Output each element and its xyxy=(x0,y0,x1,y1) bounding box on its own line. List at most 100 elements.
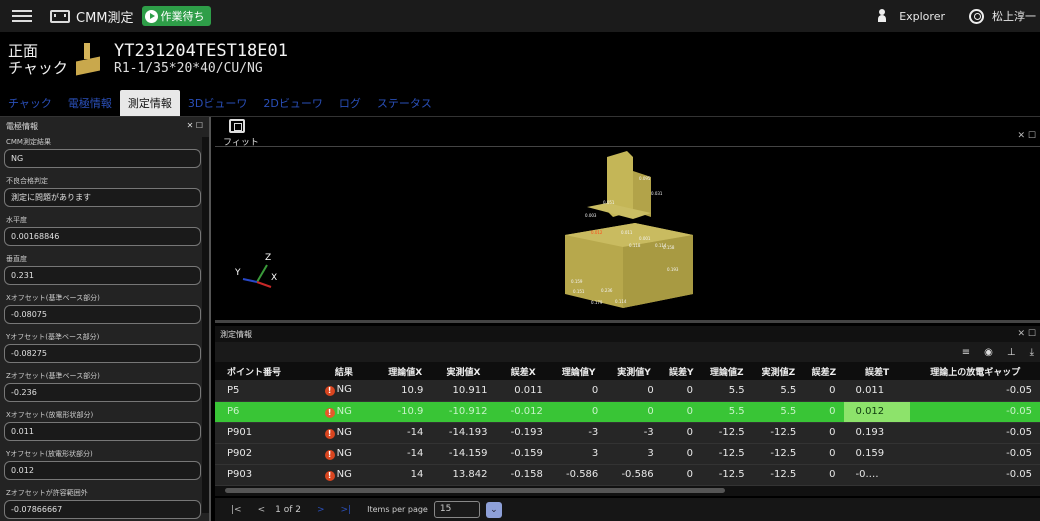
view-label: 正面 チャック xyxy=(8,42,70,77)
cell: -0.05 xyxy=(1006,469,1032,480)
user-icon[interactable] xyxy=(969,8,984,24)
user-name[interactable]: 松上淳一 xyxy=(992,8,1036,24)
tab-status[interactable]: ステータス xyxy=(369,90,440,116)
eye-icon[interactable]: ◉ xyxy=(984,347,993,358)
panel-pin-icon[interactable]: ✕ ☐ xyxy=(187,121,203,130)
field-label: 不良合格判定 xyxy=(6,177,48,185)
3d-viewer-panel[interactable]: フィット ✕ ☐ Z X Y 0.095 0.031 0.051 0.003 0… xyxy=(215,117,1040,323)
col-header[interactable]: 実測値Z xyxy=(753,362,805,380)
y-offset-base-field[interactable]: -0.08275 xyxy=(4,344,201,363)
explorer-icon[interactable] xyxy=(877,9,891,23)
z-offset-field[interactable]: -0.07866667 xyxy=(4,500,201,519)
pin-icon[interactable]: ⊥ xyxy=(1007,347,1016,358)
cell: 10.9 xyxy=(401,384,424,396)
cell: -0.586 xyxy=(621,469,654,480)
ng-icon: ! xyxy=(324,470,335,481)
fit-icon[interactable] xyxy=(229,119,245,133)
tab-log[interactable]: ログ xyxy=(331,90,369,116)
cell: 5.5 xyxy=(780,406,797,417)
cell: -12.5 xyxy=(718,469,745,480)
download-icon[interactable]: ⤓ xyxy=(1030,347,1034,358)
table-row[interactable]: P901 ! NG -14 -14.193 -0.193 -3 -3 0 -12.… xyxy=(215,422,1040,443)
col-header[interactable]: 誤差T xyxy=(844,362,911,380)
y-offset-shape-field[interactable]: 0.012 xyxy=(4,461,201,480)
table-row-selected[interactable]: P6 ! NG -10.9 -10.912 -0.012 0 0 0 5.5 5.… xyxy=(215,401,1040,422)
cell: 5.5 xyxy=(728,384,745,396)
cell: 0 xyxy=(686,448,693,459)
x-offset-base-field[interactable]: -0.08075 xyxy=(4,305,201,324)
view-sub: チャック xyxy=(8,58,68,77)
defect-judgment-field[interactable]: 測定に問題があります xyxy=(4,188,201,207)
electrode-info-panel: 電極情報 ✕ ☐ CMM測定結果 NG 不良合格判定 測定に問題があります 水平… xyxy=(0,117,211,521)
x-offset-shape-field[interactable]: 0.011 xyxy=(4,422,201,441)
perpendicularity-field[interactable]: 0.231 xyxy=(4,266,201,285)
first-page-icon[interactable]: |< xyxy=(231,505,242,515)
measurement-panel-header: 測定情報 ✕ ☐ xyxy=(215,326,1040,342)
measurement-table: ポイント番号 結果 理論値X 実測値X 誤差X 理論値Y 実測値Y 誤差Y 理論… xyxy=(215,362,1040,486)
field-label: Yオフセット(放電形状部分) xyxy=(6,450,93,458)
chevron-down-icon[interactable]: ⌄ xyxy=(485,501,502,518)
prev-page-icon[interactable]: < xyxy=(258,505,266,515)
cell: 0.193 xyxy=(855,427,885,438)
cmm-app-icon xyxy=(50,9,70,23)
cell: 0 xyxy=(591,406,599,417)
col-header[interactable]: 実測値Y xyxy=(606,362,661,380)
next-page-icon[interactable]: > xyxy=(317,505,325,515)
cell: -0.193 xyxy=(510,427,543,438)
cell-point: P902 xyxy=(227,448,253,459)
explorer-link[interactable]: Explorer xyxy=(899,10,945,23)
part-spec: R1-1/35*20*40/CU/NG xyxy=(114,61,263,76)
point-label: 0.051 xyxy=(603,200,615,205)
cell: 5.5 xyxy=(728,406,745,417)
viewer-pin-icon[interactable]: ✕ ☐ xyxy=(1018,131,1036,141)
col-header[interactable]: 理論値Z xyxy=(701,362,753,380)
flatness-field[interactable]: 0.00168846 xyxy=(4,227,201,246)
cell: 0 xyxy=(829,384,836,396)
point-label: 0.193 xyxy=(667,267,679,272)
tab-2d-viewer[interactable]: 2Dビューワ xyxy=(255,90,330,116)
status-badge: 作業待ち xyxy=(141,6,211,26)
point-label: 0.012 xyxy=(591,230,603,235)
cell: -0.05 xyxy=(1006,427,1032,438)
col-header[interactable]: 理論値Y xyxy=(551,362,606,380)
status-label: 作業待ち xyxy=(160,10,205,23)
point-label: 0.159 xyxy=(571,279,583,284)
menu-icon[interactable] xyxy=(12,10,32,22)
tab-measurement-info[interactable]: 測定情報 xyxy=(119,90,180,116)
cell: 3 xyxy=(647,448,654,459)
tab-chuck[interactable]: チャック xyxy=(0,90,60,116)
cell-result: ! NG xyxy=(309,422,380,443)
col-header[interactable]: 誤差Y xyxy=(662,362,701,380)
cell: 3 xyxy=(591,448,599,459)
cell: -12.5 xyxy=(770,469,797,480)
table-row[interactable]: P5 ! NG 10.9 10.911 0.011 0 0 0 5.5 5.5 0… xyxy=(215,380,1040,401)
z-offset-base-field[interactable]: -0.236 xyxy=(4,383,201,402)
col-header[interactable]: 実測値X xyxy=(431,362,495,380)
col-header[interactable]: 誤差Z xyxy=(804,362,843,380)
col-header[interactable]: 誤差X xyxy=(496,362,551,380)
tab-3d-viewer[interactable]: 3Dビューワ xyxy=(180,90,255,116)
table-row[interactable]: P903 ! NG 14 13.842 -0.158 -0.586 -0.586 … xyxy=(215,464,1040,485)
col-header[interactable]: 結果 xyxy=(309,362,380,380)
measurement-pin-icon[interactable]: ✕ ☐ xyxy=(1018,329,1036,339)
col-header[interactable]: 理論値X xyxy=(379,362,431,380)
scroll-thumb[interactable] xyxy=(225,488,725,493)
tab-electrode-info[interactable]: 電極情報 xyxy=(60,90,120,116)
last-page-icon[interactable]: >| xyxy=(341,505,352,515)
field-label: 垂直度 xyxy=(6,255,27,263)
table-row[interactable]: P902 ! NG -14 -14.159 -0.159 3 3 0 -12.5 … xyxy=(215,443,1040,464)
cell: -10.9 xyxy=(397,406,424,417)
electrode-3d-model[interactable]: Z X Y 0.095 0.031 0.051 0.003 0.012 0.01… xyxy=(215,147,1040,320)
items-per-page-select[interactable]: 15 xyxy=(433,501,480,518)
field-label: Xオフセット(放電形状部分) xyxy=(6,411,94,419)
panel-scrollbar[interactable] xyxy=(202,137,209,513)
col-header[interactable]: ポイント番号 xyxy=(215,362,309,380)
cmm-result-field[interactable]: NG xyxy=(4,149,201,168)
cell: -0.05 xyxy=(1006,384,1032,396)
field-label: Zオフセット(基準ベース部分) xyxy=(6,372,100,380)
filter-icon[interactable]: ≡ xyxy=(962,347,970,358)
cell: -0.158 xyxy=(510,469,543,480)
axis-y-label: Y xyxy=(234,268,241,278)
col-header[interactable]: 理論上の放電ギャップ xyxy=(910,362,1040,380)
table-hscrollbar[interactable] xyxy=(215,486,1040,496)
